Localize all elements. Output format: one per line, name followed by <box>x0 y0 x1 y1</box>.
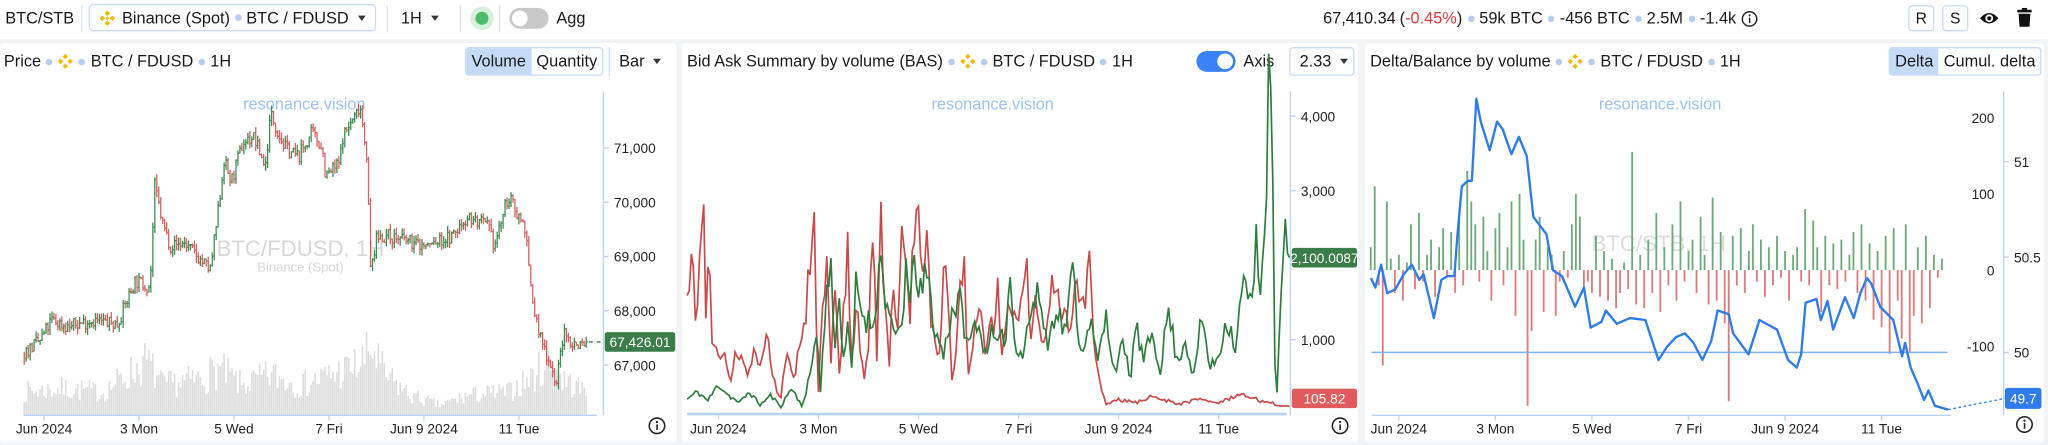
s-button[interactable]: S <box>1942 5 1969 32</box>
separator-dot <box>1548 15 1555 22</box>
trash-icon[interactable] <box>2017 7 2033 28</box>
binance-logo-icon <box>99 9 116 26</box>
delta-panel: Delta/Balance by volume BTC / FDUSD 1H D… <box>1364 43 2045 443</box>
price-panel: Price BTC / FDUSD 1H Volume Quantity Bar <box>0 43 677 443</box>
chart-type-value: Bar <box>619 52 645 71</box>
stat-volume: 59k BTC <box>1479 9 1543 28</box>
exchange-pair-select[interactable]: Binance (Spot) BTC / FDUSD <box>88 3 377 32</box>
separator-dot <box>1555 58 1563 65</box>
delta-option[interactable]: Delta <box>1889 48 1939 75</box>
binance-logo-icon <box>1568 53 1584 69</box>
binance-logo-icon <box>960 53 976 69</box>
volume-option[interactable]: Volume <box>466 48 532 75</box>
top-toolbar: BTC/STB Binance (Spot) BTC / FDUSD 1H Ag… <box>0 0 2048 40</box>
live-dot-icon <box>475 11 489 25</box>
cumulative-delta-option[interactable]: Cumul. delta <box>1939 48 2041 74</box>
interval-value: 1H <box>400 9 422 28</box>
ticker-summary: 67,410.34 ( -0.45% ) 59k BTC -456 BTC 2.… <box>1323 8 1758 29</box>
axis-toggle[interactable] <box>1196 50 1236 72</box>
divider <box>498 5 501 32</box>
toggle-knob <box>511 10 528 27</box>
price-panel-header: Price BTC / FDUSD 1H <box>4 51 231 72</box>
delta-panel-header: Delta/Balance by volume BTC / FDUSD 1H <box>1370 51 1741 72</box>
separator-dot <box>1100 58 1107 65</box>
panel-interval: 1H <box>1719 52 1741 71</box>
chart-type-select[interactable]: Bar <box>619 51 662 72</box>
exchange-name: Binance (Spot) <box>121 8 230 27</box>
price-change: -0.45% <box>1405 9 1457 28</box>
panel-title: Bid Ask Summary by volume (BAS) <box>687 52 943 71</box>
divider <box>386 5 388 32</box>
panel-interval: 1H <box>1112 52 1133 71</box>
stat-delta: -456 BTC <box>1559 9 1630 28</box>
separator-dot <box>1688 15 1695 22</box>
panel-interval: 1H <box>210 52 232 71</box>
binance-logo-icon <box>58 53 74 69</box>
panel-title: Delta/Balance by volume <box>1370 52 1551 71</box>
divider <box>80 5 83 32</box>
last-price: 67,410.34 <box>1323 9 1396 28</box>
multiplier-value: 2.33 <box>1299 52 1332 71</box>
separator-dot <box>46 58 53 65</box>
agg-label: Agg <box>556 9 586 28</box>
divider <box>608 47 610 76</box>
delta-mode-toggle: Delta Cumul. delta <box>1888 47 2042 76</box>
r-button[interactable]: R <box>1908 5 1935 32</box>
separator-dot <box>1708 58 1715 65</box>
stat-quote-volume: 2.5M <box>1646 9 1683 28</box>
info-icon[interactable] <box>1331 417 1349 435</box>
interval-select[interactable]: 1H <box>401 8 439 29</box>
separator-dot <box>78 58 86 65</box>
separator-dot <box>948 58 955 65</box>
paren-close: ) <box>1456 9 1463 28</box>
live-status-indicator[interactable] <box>470 6 494 31</box>
symbol-group-label[interactable]: BTC/STB <box>5 8 74 29</box>
divider <box>459 5 462 32</box>
eye-icon[interactable] <box>1979 9 2000 27</box>
info-icon[interactable] <box>648 417 666 435</box>
panel-pair: BTC / FDUSD <box>90 52 194 71</box>
pair-name: BTC / FDUSD <box>246 8 349 27</box>
chevron-down-icon <box>357 15 366 21</box>
separator-dot <box>1588 58 1596 65</box>
separator-dot <box>980 58 988 65</box>
axis-label: Axis <box>1243 52 1275 71</box>
info-icon[interactable] <box>1741 10 1758 27</box>
bas-panel-header: Bid Ask Summary by volume (BAS) BTC / FD… <box>687 51 1133 72</box>
volume-quantity-toggle: Volume Quantity <box>464 47 604 76</box>
separator-dot <box>1634 15 1642 22</box>
chevron-down-icon <box>430 15 439 21</box>
bas-panel: Bid Ask Summary by volume (BAS) BTC / FD… <box>681 43 1359 443</box>
quantity-option[interactable]: Quantity <box>531 48 602 74</box>
separator-dot <box>198 58 206 65</box>
multiplier-select[interactable]: 2.33 <box>1289 47 1355 76</box>
toggle-knob <box>1217 53 1233 70</box>
stat-quote-delta: -1.4k <box>1699 9 1737 28</box>
panel-pair: BTC / FDUSD <box>1600 52 1703 71</box>
info-icon[interactable] <box>2015 415 2033 433</box>
app-root: BTC/STB Binance (Spot) BTC / FDUSD 1H Ag… <box>0 0 2048 445</box>
chevron-down-icon <box>1340 58 1349 64</box>
separator-dot <box>235 14 241 21</box>
panel-pair: BTC / FDUSD <box>992 52 1096 71</box>
separator-dot <box>1467 15 1475 22</box>
chevron-down-icon <box>653 58 662 64</box>
panel-title: Price <box>3 52 42 71</box>
agg-toggle[interactable] <box>509 7 549 29</box>
